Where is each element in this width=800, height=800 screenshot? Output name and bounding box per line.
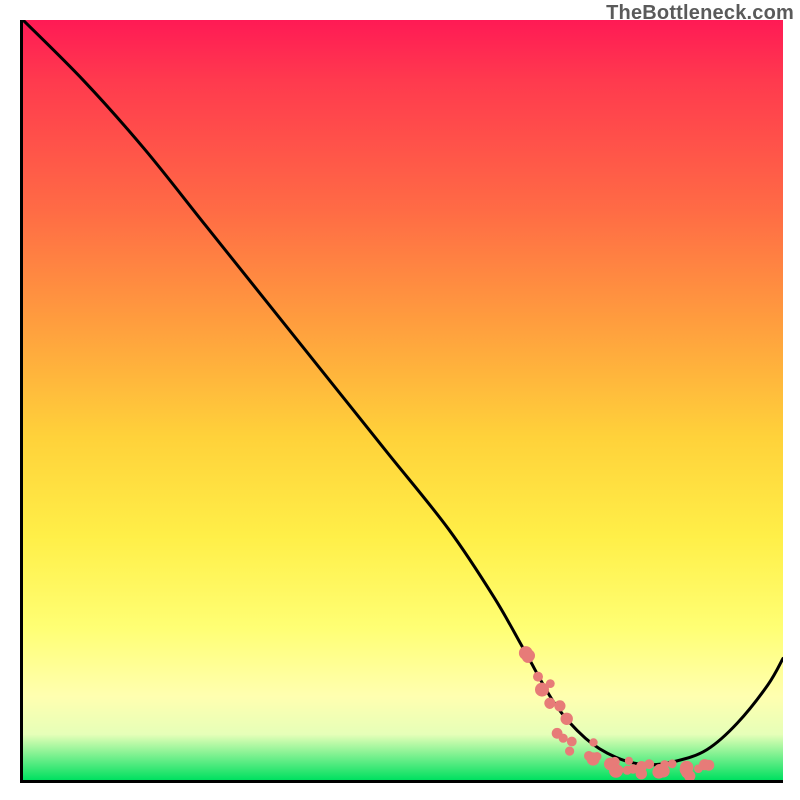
gradient-background [23,20,783,780]
plot-area [20,20,783,783]
chart-container: TheBottleneck.com [0,0,800,800]
